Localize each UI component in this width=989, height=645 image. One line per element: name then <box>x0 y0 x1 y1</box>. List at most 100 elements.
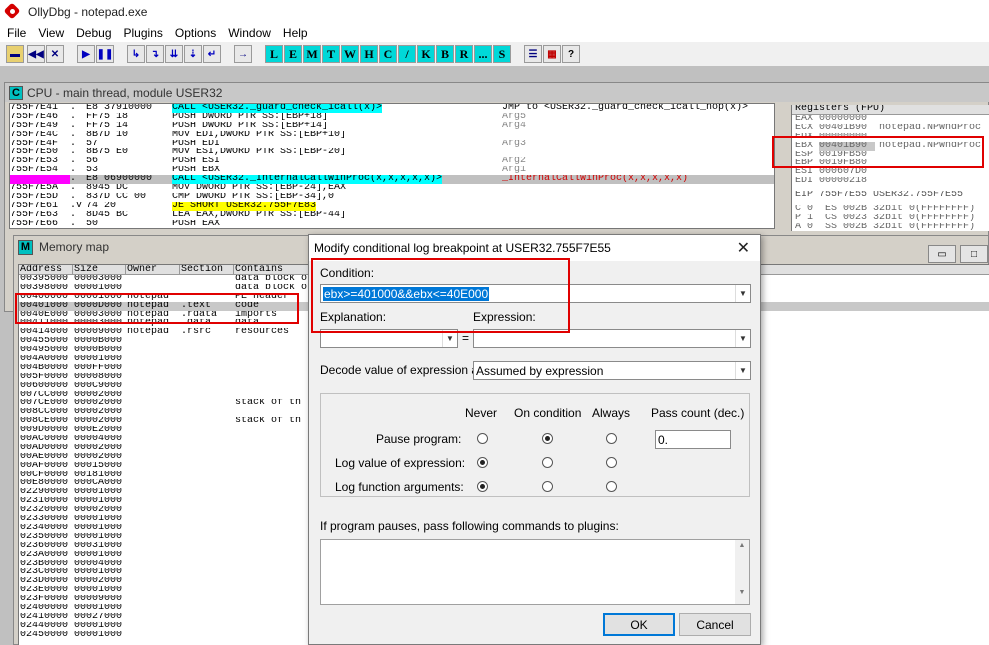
log-args-always-radio[interactable] <box>606 481 617 492</box>
log-args-never-radio[interactable] <box>477 481 488 492</box>
menu-options[interactable]: Options <box>175 26 216 40</box>
chevron-down-icon[interactable]: ▼ <box>735 330 750 347</box>
minimize-icon[interactable]: ▭ <box>928 245 956 263</box>
list-icon[interactable]: ☰ <box>524 45 542 63</box>
toolbar-runtrace-button[interactable]: ... <box>474 45 492 63</box>
ok-button[interactable]: OK <box>603 613 675 636</box>
toolbar-references-button[interactable]: R <box>455 45 473 63</box>
registers-pane[interactable]: Registers (FPU) EAX 00000000 ECX 00401B90 not… <box>791 105 989 231</box>
log-value-always-radio[interactable] <box>606 457 617 468</box>
toolbar-threads-button[interactable]: T <box>322 45 340 63</box>
expression-input[interactable]: ▼ <box>473 329 751 348</box>
toolbar-cpu-button[interactable]: C <box>379 45 397 63</box>
disasm-comment: JMP to <USER32._guard_check_icall_nop(x)… <box>502 104 749 113</box>
register-row[interactable]: EDI 00000218 <box>792 177 989 186</box>
disasm-row[interactable]: 755F7E5A. 8945 DC MOV DWORD PTR SS:[EBP-24… <box>10 184 774 193</box>
disasm-row[interactable]: 755F7E61 .v 74 20 JE SHORT USER32.755F7E83 <box>10 201 774 211</box>
help-icon[interactable]: ? <box>562 45 580 63</box>
menu-view[interactable]: View <box>38 26 64 40</box>
disasm-row[interactable]: 755F7E50. 8B75 E0 MOV ESI,DWORD PTR SS:[EB… <box>10 148 774 157</box>
chevron-down-icon[interactable]: ▼ <box>735 285 750 302</box>
run-icon[interactable]: ▶ <box>77 45 95 63</box>
register-row[interactable]: EBX 00401B90 notepad.NPWndProc <box>792 141 989 151</box>
goto-icon[interactable]: → <box>234 45 252 63</box>
column-header-contains[interactable]: Contains <box>234 265 314 274</box>
registers-header[interactable]: Registers (FPU) <box>792 105 989 115</box>
pause-icon[interactable]: ❚❚ <box>96 45 114 63</box>
toolbar-source-button[interactable]: S <box>493 45 511 63</box>
close-icon[interactable]: ✕ <box>737 238 750 258</box>
scrollbar[interactable]: ▲ ▼ <box>735 540 749 604</box>
disassembly-pane[interactable]: 755F7E41. E8 37910000 CALL <USER32._guard_… <box>9 103 775 229</box>
flag-row[interactable]: C 0 ES 002B 32bit 0(FFFFFFFF) <box>792 205 989 214</box>
open-icon[interactable]: ▬ <box>6 45 24 63</box>
step-over-icon[interactable]: ↴ <box>146 45 164 63</box>
disasm-row[interactable]: 755F7E4F. 57 PUSH EDI Arg3 <box>10 140 774 149</box>
pass-count-input[interactable]: 0. <box>655 430 731 449</box>
register-row[interactable]: EAX 00000000 <box>792 115 989 124</box>
disasm-row[interactable]: 755F7E41. E8 37910000 CALL <USER32._guard_… <box>10 104 774 113</box>
restart-icon[interactable]: ◀◀ <box>27 45 45 63</box>
step-into-icon[interactable]: ↳ <box>127 45 145 63</box>
colors-icon[interactable]: ▦ <box>543 45 561 63</box>
toolbar-breakpoints-button[interactable]: B <box>436 45 454 63</box>
trace-into-icon[interactable]: ⇊ <box>165 45 183 63</box>
flag-row[interactable]: A 0 SS 002B 32bit 0(FFFFFFFF) <box>792 223 989 232</box>
disasm-row[interactable]: 755F7E5D. 837D CC 00 CMP DWORD PTR SS:[EBP… <box>10 193 774 202</box>
menu-window[interactable]: Window <box>228 26 271 40</box>
explanation-input[interactable]: ▼ <box>320 329 458 348</box>
disasm-hex: FF75 18 <box>86 112 129 122</box>
disasm-row[interactable]: 755F7E66. 50 PUSH EAX <box>10 220 774 229</box>
menu-help[interactable]: Help <box>283 26 308 40</box>
disasm-row[interactable]: 755F7E49. FF75 14 PUSH DWORD PTR SS:[EBP+1… <box>10 122 774 131</box>
register-row[interactable]: EDX 00000000 <box>792 133 989 142</box>
register-row[interactable]: EBP 0019FB80 <box>792 159 989 168</box>
disasm-row[interactable]: 755F7E54. 53 PUSH EBX Arg1 <box>10 166 774 175</box>
menu-plugins[interactable]: Plugins <box>124 26 163 40</box>
log-value-on-condition-radio[interactable] <box>542 457 553 468</box>
menu-debug[interactable]: Debug <box>76 26 111 40</box>
execute-till-return-icon[interactable]: ↵ <box>203 45 221 63</box>
register-row[interactable]: ESP 0019FB50 <box>792 151 989 160</box>
chevron-down-icon[interactable]: ▼ <box>735 362 750 379</box>
scroll-up-icon[interactable]: ▲ <box>735 542 749 549</box>
eip-register[interactable]: EIP 755F7E55 USER32.755F7E55 <box>792 191 989 200</box>
toolbar-executables-button[interactable]: E <box>284 45 302 63</box>
plugin-commands-textarea[interactable]: ▲ ▼ <box>320 539 750 605</box>
toolbar-windows-button[interactable]: W <box>341 45 359 63</box>
toolbar-log-button[interactable]: L <box>265 45 283 63</box>
cell-address: 02340000 <box>20 523 69 533</box>
cancel-button[interactable]: Cancel <box>679 613 751 636</box>
register-name: EBP <box>795 159 814 169</box>
column-header-section[interactable]: Section <box>180 265 234 274</box>
log-args-on-condition-radio[interactable] <box>542 481 553 492</box>
column-header-size[interactable]: Size <box>73 265 126 274</box>
pause-on-condition-radio[interactable] <box>542 433 553 444</box>
register-row[interactable]: ECX 00401B90 notepad.NPWndProc <box>792 124 989 133</box>
register-row[interactable]: ESI 000607D0 <box>792 168 989 177</box>
scroll-down-icon[interactable]: ▼ <box>735 589 749 596</box>
condition-input[interactable]: ebx>=401000&&ebx<=40E000 ▼ <box>320 284 751 303</box>
disasm-row[interactable]: 755F7E63. 8D45 BC LEA EAX,DWORD PTR SS:[EB… <box>10 211 774 220</box>
menu-file[interactable]: File <box>7 26 26 40</box>
disasm-row[interactable]: 755F7E53. 56 PUSH ESI Arg2 <box>10 157 774 166</box>
decode-select[interactable]: Assumed by expression ▼ <box>473 361 751 380</box>
flag-row[interactable]: P 1 CS 0023 32bit 0(FFFFFFFF) <box>792 214 989 223</box>
column-header-address[interactable]: Address <box>19 265 73 274</box>
disasm-row[interactable]: 755F7E46. FF75 18 PUSH DWORD PTR SS:[EBP+1… <box>10 113 774 122</box>
maximize-icon[interactable]: □ <box>960 245 988 263</box>
close-icon[interactable]: ✕ <box>46 45 64 63</box>
toolbar-memory-button[interactable]: M <box>303 45 321 63</box>
chevron-down-icon[interactable]: ▼ <box>442 330 457 347</box>
log-value-never-radio[interactable] <box>477 457 488 468</box>
pause-always-radio[interactable] <box>606 433 617 444</box>
disasm-command: MOV ESI,DWORD PTR SS:[EBP-20] <box>172 148 502 157</box>
disasm-row[interactable]: 755F7E4C. 8B7D 10 MOV EDI,DWORD PTR SS:[EB… <box>10 131 774 140</box>
trace-over-icon[interactable]: ⇣ <box>184 45 202 63</box>
disasm-row[interactable]: 755F7E55. E8 06900000 CALL <USER32._Intern… <box>10 175 774 185</box>
column-header-owner[interactable]: Owner <box>126 265 180 274</box>
pause-never-radio[interactable] <box>477 433 488 444</box>
toolbar-callstack-button[interactable]: K <box>417 45 435 63</box>
toolbar-handles-button[interactable]: H <box>360 45 378 63</box>
toolbar-patches-button[interactable]: / <box>398 45 416 63</box>
